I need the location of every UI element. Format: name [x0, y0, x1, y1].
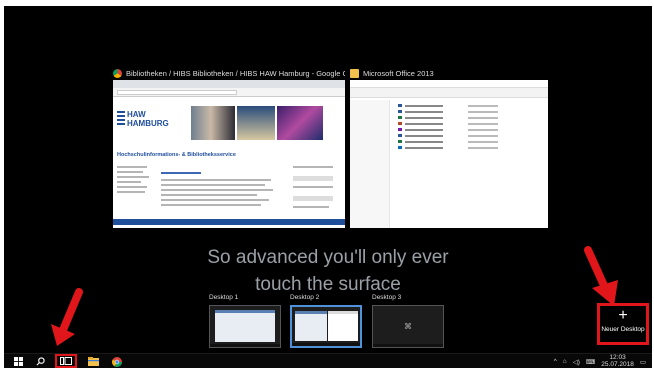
- chevron-up-icon[interactable]: ^: [554, 358, 557, 365]
- banner-photo-2: [237, 106, 275, 140]
- clock[interactable]: 12:03 25.07.2018: [601, 354, 634, 368]
- page-heading: Hochschulinformations- & Bibliotheksserv…: [117, 152, 236, 158]
- navigation-pane: [350, 100, 390, 228]
- chrome-icon: [113, 68, 122, 78]
- window-title-bar[interactable]: Bibliotheken / HIBS Bibliotheken / HIBS …: [113, 66, 345, 80]
- desktop-label: Desktop 2: [290, 294, 320, 301]
- network-icon[interactable]: ⌂: [563, 358, 567, 365]
- task-view-icon[interactable]: [55, 354, 77, 368]
- window-file-explorer[interactable]: Microsoft Office 2013: [350, 66, 548, 228]
- windows-start-icon[interactable]: [12, 356, 24, 367]
- clock-date: 25.07.2018: [601, 360, 634, 368]
- desktop-thumbnail[interactable]: [290, 305, 362, 348]
- arrow-annotation-icon: [584, 246, 618, 306]
- taskbar: ^ ⌂ ◁) ⌨ 12:03 25.07.2018 ▭: [4, 353, 652, 368]
- haw-logo: HAW HAMBURG: [117, 110, 169, 128]
- keyboard-icon[interactable]: ⌨: [586, 358, 595, 366]
- plus-icon: +: [618, 307, 628, 324]
- tagline-line-1: So advanced you'll only ever: [207, 247, 449, 268]
- haw-banner: HAW HAMBURG: [113, 98, 345, 143]
- new-desktop-button[interactable]: + Neuer Desktop: [597, 303, 649, 345]
- virtual-desktop-2[interactable]: Desktop 2: [290, 294, 362, 348]
- cookie-banner: [113, 219, 345, 225]
- banner-photo-3: [277, 106, 323, 140]
- window-title: Microsoft Office 2013: [363, 68, 434, 78]
- desktop-label: Desktop 1: [209, 294, 239, 301]
- system-tray: ^ ⌂ ◁) ⌨ 12:03 25.07.2018 ▭: [554, 354, 646, 368]
- window-title: Bibliotheken / HIBS Bibliotheken / HIBS …: [126, 68, 345, 78]
- volume-icon[interactable]: ◁): [573, 358, 580, 366]
- desktop-label: Desktop 3: [372, 294, 402, 301]
- window-thumbnail: [350, 80, 548, 228]
- new-desktop-label: Neuer Desktop: [601, 326, 645, 333]
- arrow-annotation-icon: [51, 288, 83, 346]
- desktop-thumbnail[interactable]: [209, 305, 281, 348]
- notifications-icon[interactable]: ▭: [640, 358, 646, 366]
- folder-icon: [350, 68, 359, 78]
- virtual-desktop-1[interactable]: Desktop 1: [209, 294, 281, 348]
- banner-photo-1: [191, 106, 235, 140]
- file-explorer-icon[interactable]: [86, 356, 100, 367]
- virtual-desktop-3[interactable]: Desktop 3 ⌘: [372, 294, 444, 348]
- window-chrome[interactable]: Bibliotheken / HIBS Bibliotheken / HIBS …: [113, 66, 345, 228]
- task-view-screen: Bibliotheken / HIBS Bibliotheken / HIBS …: [4, 6, 652, 368]
- address-bar: [113, 88, 345, 97]
- browser-tab-strip: [113, 80, 345, 88]
- search-icon[interactable]: [34, 356, 46, 367]
- window-title-bar[interactable]: Microsoft Office 2013: [350, 66, 548, 80]
- chrome-icon[interactable]: [110, 356, 124, 367]
- desktop-thumbnail[interactable]: ⌘: [372, 305, 444, 348]
- wallpaper-logo-icon: ⌘: [404, 322, 412, 331]
- window-thumbnail: HAW HAMBURG Hochschulinformations- & Bib…: [113, 80, 345, 228]
